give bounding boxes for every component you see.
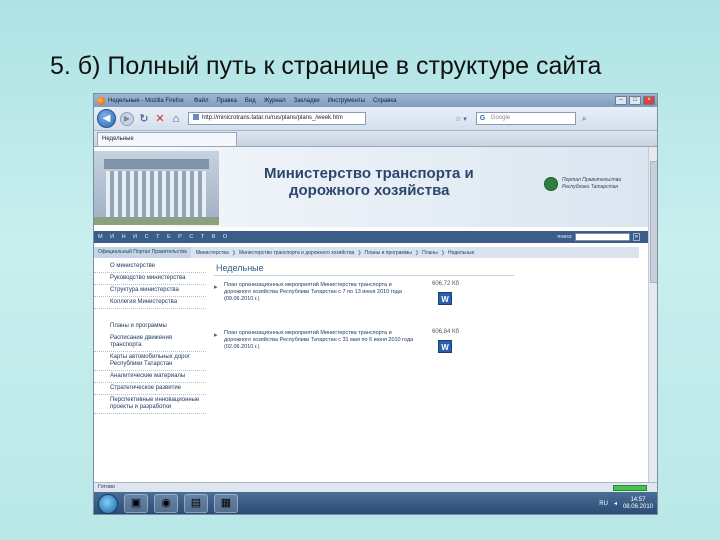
status-bar: Готово: [94, 482, 657, 492]
sidebar-item-collegium[interactable]: Коллегия Министерства: [94, 297, 206, 309]
file-size: 606,84 Кб: [432, 329, 459, 335]
forward-icon[interactable]: ▶: [120, 111, 134, 126]
sidebar-section-plans[interactable]: Планы и программы: [94, 319, 206, 333]
close-icon[interactable]: ×: [643, 96, 655, 105]
breadcrumb-item-plans[interactable]: Планы: [422, 250, 438, 256]
portal-link-line1: Портал Правительства: [562, 177, 621, 183]
breadcrumb-item-weekly[interactable]: Недельные: [448, 250, 474, 256]
breadcrumb-item-ministries[interactable]: Министерства: [196, 250, 229, 256]
site-search-input[interactable]: [574, 233, 630, 241]
web-page: Министерство транспорта и дорожного хозя…: [94, 147, 657, 482]
list-item: ▸ План организационных мероприятий Минис…: [214, 329, 639, 372]
sidebar-item-leadership[interactable]: Руководство министерства: [94, 273, 206, 285]
start-button[interactable]: [98, 493, 118, 514]
menu-edit[interactable]: Правка: [217, 98, 237, 104]
browser-screenshot: Недельные - Mozilla Firefox Файл Правка …: [93, 93, 658, 515]
ministry-strip: М И Н И С Т Е Р С Т В О поиск »: [94, 231, 650, 243]
taskbar-excel-icon[interactable]: ▦: [214, 494, 238, 513]
sidebar-item-schedule[interactable]: Расписание движения транспорта: [94, 333, 206, 352]
word-document-icon[interactable]: W: [438, 340, 452, 353]
sidebar-item-road-maps[interactable]: Карты автомобильных дорог Республики Тат…: [94, 352, 206, 371]
system-tray: RU ◂ 14:57 08.06.2010: [599, 497, 657, 511]
menu-file[interactable]: Файл: [194, 98, 209, 104]
tab-weekly[interactable]: Недельные: [97, 132, 237, 146]
document-link[interactable]: План организационных мероприятий Министе…: [224, 330, 414, 351]
page-title: Недельные: [214, 261, 514, 276]
back-icon[interactable]: ◀: [97, 109, 116, 128]
ministry-strip-label: М И Н И С Т Е Р С Т В О: [98, 234, 231, 240]
status-text: Готово: [98, 484, 115, 490]
progress-indicator: [613, 485, 647, 491]
sidebar-item-structure[interactable]: Структура министерства: [94, 285, 206, 297]
portal-link[interactable]: Портал Правительства Республики Татарста…: [562, 177, 621, 191]
breadcrumb-separator-icon: ❯: [414, 249, 420, 256]
list-item: ▸ План организационных мероприятий Минис…: [214, 281, 639, 324]
breadcrumb-separator-icon: ❯: [357, 249, 362, 256]
language-indicator[interactable]: RU: [599, 501, 608, 507]
portal-link-line2: Республики Татарстан: [562, 184, 619, 190]
breadcrumb-separator-icon: ❯: [440, 249, 445, 256]
url-field[interactable]: http://minicrotrans.tatar.ru/rus/plans/p…: [188, 112, 366, 125]
menu-help[interactable]: Справка: [373, 98, 397, 104]
word-document-icon[interactable]: W: [438, 292, 452, 305]
ministry-title-line1: Министерство транспорта и: [264, 165, 474, 182]
reload-icon[interactable]: ↻: [138, 112, 150, 125]
arrow-icon: ▸: [214, 284, 218, 291]
browser-titlebar: Недельные - Mozilla Firefox Файл Правка …: [94, 94, 657, 107]
document-link[interactable]: План организационных мероприятий Министе…: [224, 282, 414, 303]
breadcrumb-item-plans-programs[interactable]: Планы и программы: [365, 250, 412, 256]
taskbar-app-icon[interactable]: ▣: [124, 494, 148, 513]
tab-strip: Недельные: [94, 131, 657, 147]
maximize-icon[interactable]: □: [629, 96, 641, 105]
file-size: 606,72 Кб: [432, 281, 459, 287]
sidebar-item-about[interactable]: О министерстве: [94, 261, 206, 273]
home-icon[interactable]: ⌂: [170, 113, 182, 125]
ministry-title-line2: дорожного хозяйства: [289, 182, 450, 199]
menu-history[interactable]: Журнал: [264, 98, 286, 104]
breadcrumb: Официальный Портал Правительства Министе…: [94, 247, 639, 258]
taskbar: ▣ ◉ ▤ ▦ RU ◂ 14:57 08.06.2010: [94, 492, 657, 514]
ministry-building-image: [94, 151, 219, 225]
menu-bookmarks[interactable]: Закладки: [294, 98, 320, 104]
site-banner: Министерство транспорта и дорожного хозя…: [94, 147, 650, 227]
menu-tools[interactable]: Инструменты: [328, 98, 365, 104]
window-title: Недельные - Mozilla Firefox: [108, 97, 184, 104]
stop-icon[interactable]: ✕: [154, 112, 166, 125]
sidebar: О министерстве Руководство министерства …: [94, 261, 206, 482]
clock-date: 08.06.2010: [622, 503, 653, 510]
slide-title: 5. б) Полный путь к странице в структуре…: [50, 52, 602, 80]
menu-bar: Файл Правка Вид Журнал Закладки Инструме…: [194, 98, 397, 104]
arrow-icon: ▸: [214, 332, 218, 339]
dropdown-icon[interactable]: ▾: [463, 115, 467, 123]
sidebar-item-strategy[interactable]: Стратегическое развитие: [94, 383, 206, 395]
vertical-scrollbar[interactable]: [648, 147, 657, 482]
search-input[interactable]: Google: [475, 112, 576, 125]
firefox-icon: [97, 96, 105, 105]
bookmark-star-icon[interactable]: ☆: [455, 115, 461, 123]
clock[interactable]: 14:57 08.06.2010: [623, 497, 653, 511]
sidebar-item-analytics[interactable]: Аналитические материалы: [94, 371, 206, 383]
breadcrumb-item-portal[interactable]: Официальный Портал Правительства: [94, 247, 191, 258]
ministry-title: Министерство транспорта и дорожного хозя…: [264, 165, 474, 199]
sidebar-item-innovation[interactable]: Перспективные инновационные проекты и ра…: [94, 395, 206, 414]
search-icon[interactable]: ⌕: [582, 113, 587, 124]
breadcrumb-item-ministry[interactable]: Министерство транспорта и дорожного хозя…: [239, 250, 354, 256]
breadcrumb-separator-icon: ❯: [231, 249, 236, 256]
navigation-bar: ◀ ▶ ↻ ✕ ⌂ http://minicrotrans.tatar.ru/r…: [94, 107, 657, 131]
main-content: Недельные ▸ План организационных меропри…: [214, 261, 639, 482]
taskbar-firefox-icon[interactable]: ◉: [154, 494, 178, 513]
site-search-button[interactable]: »: [632, 233, 640, 241]
clock-time: 14:57: [630, 496, 646, 503]
menu-view[interactable]: Вид: [245, 98, 256, 104]
minimize-icon[interactable]: –: [615, 96, 627, 105]
taskbar-folder-icon[interactable]: ▤: [184, 494, 208, 513]
tatarstan-emblem-icon[interactable]: [544, 177, 558, 191]
volume-icon[interactable]: ◂: [614, 500, 617, 507]
site-search-label: поиск: [557, 234, 572, 240]
